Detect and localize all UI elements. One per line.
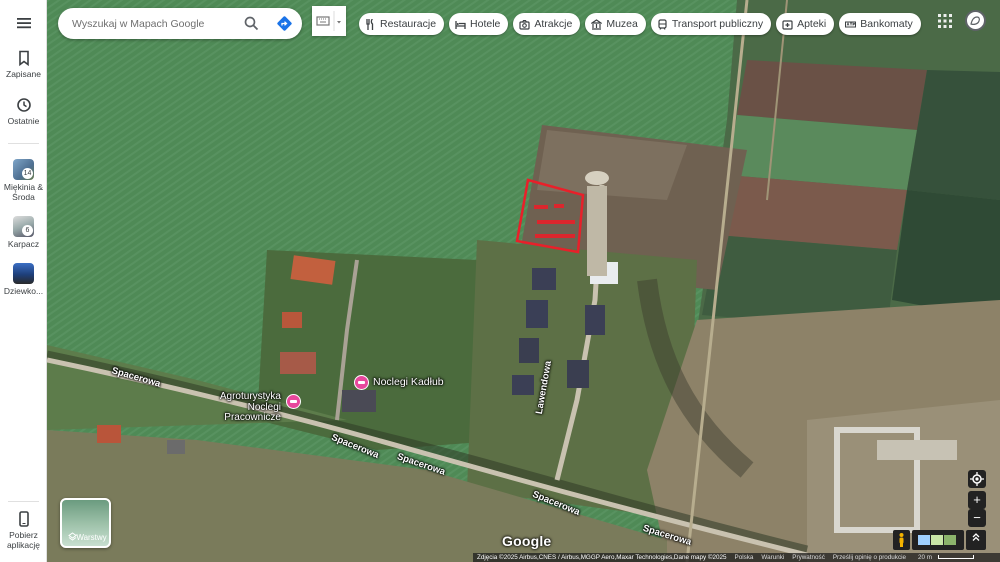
layers-button[interactable]: Warstwy bbox=[60, 498, 111, 548]
lodging-pin-icon[interactable] bbox=[354, 375, 369, 390]
transit-icon bbox=[658, 18, 667, 30]
hotel-icon bbox=[455, 20, 466, 29]
chip-label: Restauracje bbox=[380, 18, 437, 30]
chip-label: Hotele bbox=[470, 18, 501, 30]
footer-link-country[interactable]: Polska bbox=[731, 554, 758, 561]
street-view-pegman[interactable] bbox=[893, 530, 910, 550]
footer-link-privacy[interactable]: Prywatność bbox=[788, 554, 829, 561]
place-thumbnail bbox=[13, 263, 34, 284]
account-icon bbox=[970, 16, 980, 25]
input-tools-button[interactable] bbox=[312, 6, 346, 36]
recent-place-mienkinia[interactable]: 14 Miękinia & Środa bbox=[0, 159, 47, 203]
imagery-attribution: Zdjęcia ©2025 Airbus,CNES / Airbus,MGGP … bbox=[477, 554, 727, 561]
keyboard-icon bbox=[316, 11, 341, 31]
my-location-button[interactable] bbox=[968, 470, 986, 488]
map-type-thumbnails[interactable] bbox=[912, 530, 964, 550]
scale-line bbox=[938, 555, 974, 560]
history-icon bbox=[16, 98, 31, 112]
get-app-label: Pobierz aplikację bbox=[6, 530, 41, 550]
saved-label: Zapisane bbox=[6, 69, 41, 79]
chip-museums[interactable]: Muzea bbox=[585, 13, 646, 35]
bookmark-icon bbox=[18, 50, 29, 67]
get-app-button[interactable]: Pobierz aplikację bbox=[0, 510, 47, 551]
my-location-icon bbox=[970, 472, 984, 486]
recent-place-label: Miękinia & Środa bbox=[3, 182, 44, 202]
double-chevron-up-icon bbox=[972, 533, 980, 541]
left-rail: Zapisane Ostatnie 14 Miękinia & Środa 6 … bbox=[0, 0, 47, 562]
place-thumbnail: 14 bbox=[13, 159, 34, 180]
avatar[interactable] bbox=[965, 10, 986, 31]
phone-icon bbox=[18, 511, 29, 527]
scale-label: 20 m bbox=[918, 554, 932, 561]
saved-button[interactable]: Zapisane bbox=[0, 49, 47, 80]
chip-label: Atrakcje bbox=[534, 18, 573, 30]
directions-icon[interactable] bbox=[276, 15, 293, 32]
layers-label: Warstwy bbox=[76, 533, 107, 542]
expand-button[interactable] bbox=[966, 530, 986, 550]
search-box bbox=[58, 8, 302, 39]
apps-grid-icon[interactable] bbox=[938, 14, 952, 28]
search-input[interactable] bbox=[72, 15, 237, 32]
camera-icon bbox=[519, 19, 530, 30]
rail-divider bbox=[8, 143, 39, 144]
pharmacy-icon bbox=[782, 19, 793, 30]
chip-transit[interactable]: Transport publiczny bbox=[650, 13, 772, 35]
google-logo: Google bbox=[502, 533, 552, 549]
pegman-icon bbox=[899, 533, 904, 547]
recent-label: Ostatnie bbox=[7, 116, 40, 126]
chip-attractions[interactable]: Atrakcje bbox=[513, 13, 581, 35]
category-chips: Restauracje Hotele Atrakcje Muzea Transp… bbox=[359, 13, 921, 35]
chip-label: Bankomaty bbox=[860, 18, 913, 30]
chip-pharmacies[interactable]: Apteki bbox=[776, 13, 835, 35]
satellite-imagery bbox=[47, 0, 1000, 562]
search-icon[interactable] bbox=[243, 15, 260, 32]
poi-label[interactable]: Noclegi Kadłub bbox=[373, 376, 444, 388]
place-thumbnail: 6 bbox=[13, 216, 34, 237]
poi-label[interactable]: Agroturystyka Noclegi Pracownicze bbox=[191, 391, 281, 424]
zoom-out-button[interactable]: − bbox=[968, 509, 986, 527]
recent-place-label: Karpacz bbox=[7, 239, 40, 249]
map-thumbnails-icon bbox=[918, 535, 956, 545]
chip-restaurants[interactable]: Restauracje bbox=[359, 13, 445, 35]
lodging-pin-icon[interactable] bbox=[286, 394, 301, 409]
recent-button[interactable]: Ostatnie bbox=[0, 96, 47, 127]
zoom-in-button[interactable]: + bbox=[968, 491, 986, 509]
place-count-badge: 14 bbox=[22, 168, 33, 179]
map-footer: Zdjęcia ©2025 Airbus,CNES / Airbus,MGGP … bbox=[473, 553, 1000, 562]
footer-link-feedback[interactable]: Prześlij opinię o produkcie bbox=[829, 554, 910, 561]
recent-place-label: Dziewko... bbox=[3, 286, 44, 296]
scale-bar[interactable]: 20 m bbox=[910, 554, 978, 561]
menu-button[interactable] bbox=[0, 14, 47, 35]
recent-place-karpacz[interactable]: 6 Karpacz bbox=[0, 216, 47, 250]
museum-icon bbox=[591, 18, 603, 30]
chip-label: Apteki bbox=[797, 18, 827, 30]
chip-atms[interactable]: Bankomaty bbox=[839, 13, 921, 35]
chip-label: Transport publiczny bbox=[671, 18, 764, 30]
footer-link-terms[interactable]: Warunki bbox=[757, 554, 788, 561]
rail-divider bbox=[8, 501, 39, 502]
chip-label: Muzea bbox=[606, 18, 638, 30]
hamburger-menu-icon bbox=[16, 18, 31, 29]
restaurant-icon bbox=[366, 18, 374, 30]
atm-icon bbox=[845, 21, 857, 27]
map-canvas[interactable]: Spacerowa Spacerowa Spacerowa Spacerowa … bbox=[47, 0, 1000, 562]
chip-hotels[interactable]: Hotele bbox=[449, 13, 509, 35]
place-count-badge: 6 bbox=[22, 225, 33, 236]
recent-place-dziewko[interactable]: Dziewko... bbox=[0, 263, 47, 297]
